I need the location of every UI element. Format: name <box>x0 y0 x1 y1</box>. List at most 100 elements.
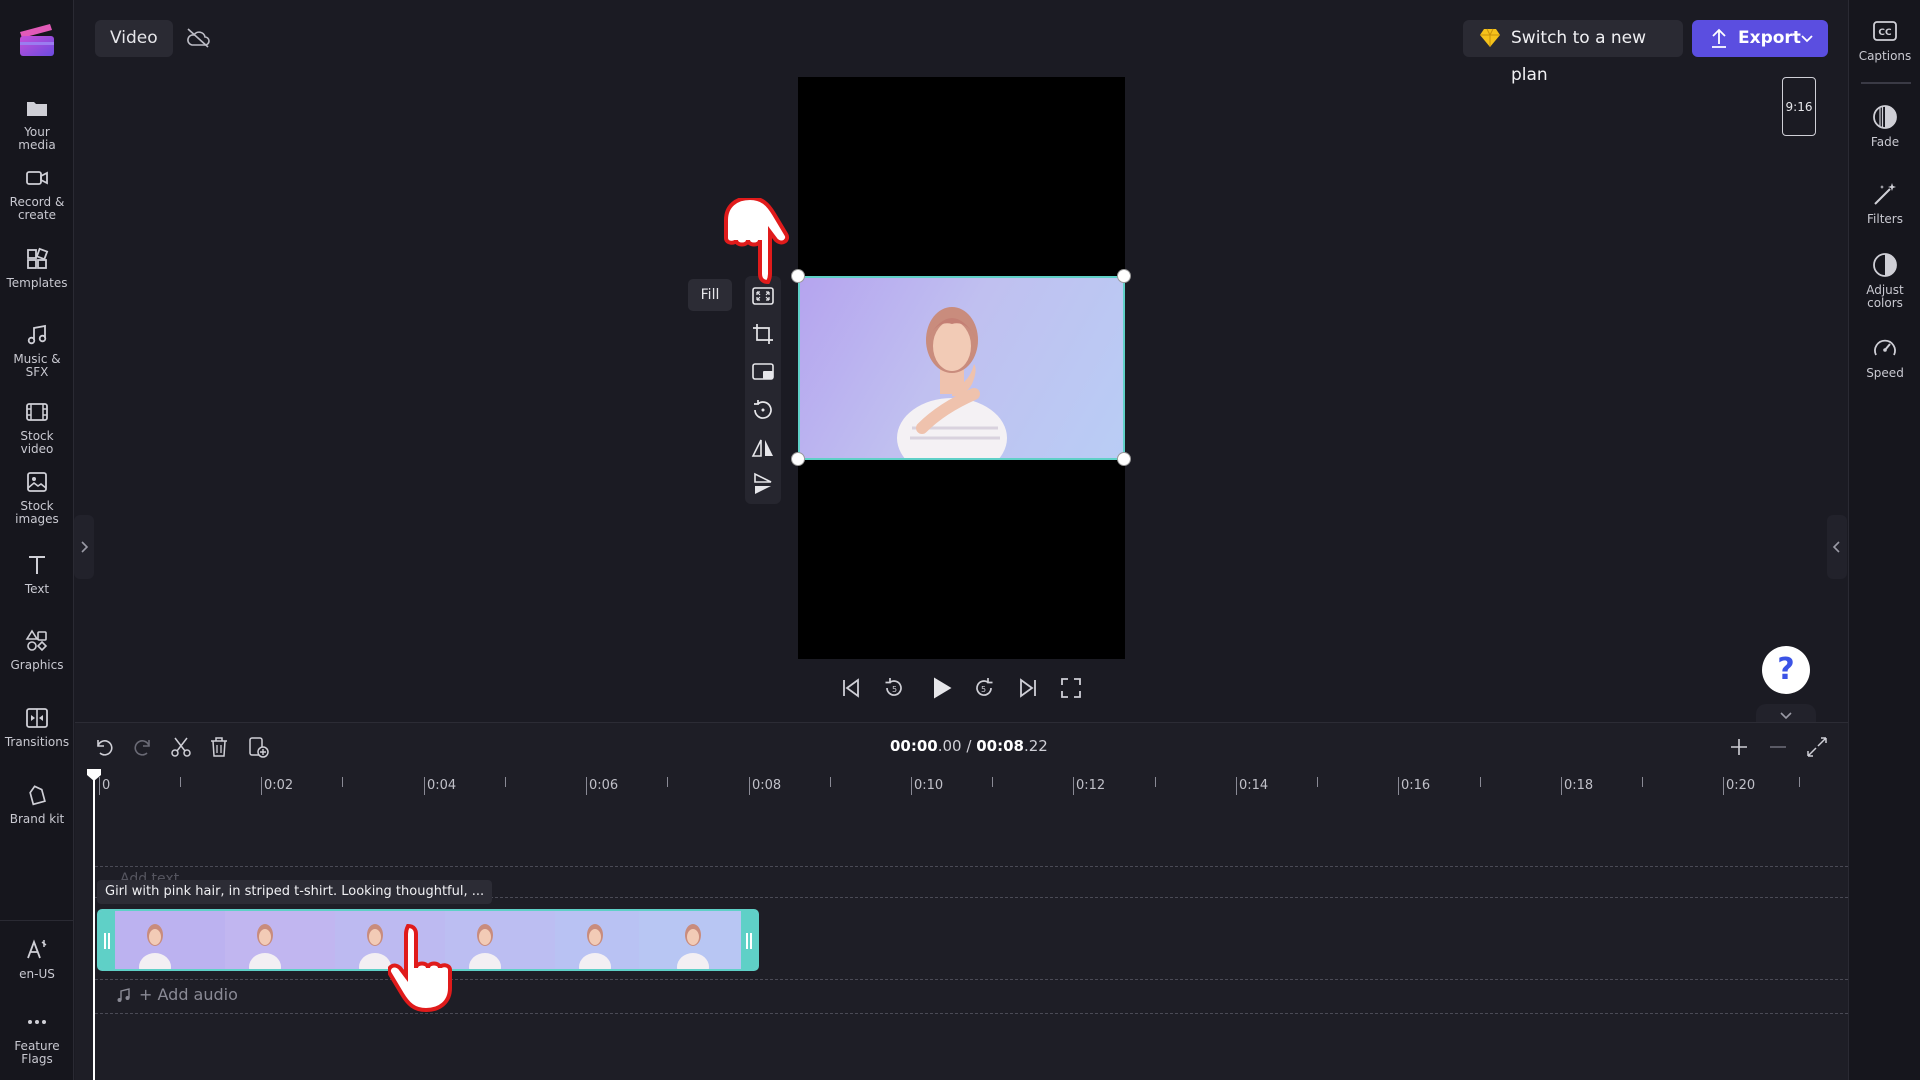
skip-to-end-icon[interactable] <box>1016 676 1040 700</box>
captions-icon: CC <box>1873 21 1897 41</box>
preview-clip[interactable] <box>798 276 1125 460</box>
nav-transitions[interactable]: Transitions <box>0 706 74 749</box>
crop-icon[interactable] <box>751 322 775 346</box>
add-audio-label: + Add audio <box>139 985 238 1004</box>
nav-stock-video[interactable]: Stock video <box>0 400 74 456</box>
cloud-off-icon[interactable] <box>185 27 211 49</box>
playhead[interactable] <box>93 771 95 1080</box>
redo-icon[interactable] <box>132 736 154 758</box>
ruler-label: 0:04 <box>427 778 457 793</box>
language-icon <box>27 939 47 959</box>
resize-handle-bottom-right[interactable] <box>1117 452 1131 466</box>
left-panel-expand-button[interactable] <box>74 515 94 579</box>
panel-label: Filters <box>1867 212 1903 226</box>
nav-feature-flags[interactable]: Feature Flags <box>0 1010 74 1066</box>
forward-5s-icon[interactable]: 5 <box>972 676 996 700</box>
panel-adjust-colors[interactable]: Adjust colors <box>1849 252 1920 310</box>
nav-templates[interactable]: Templates <box>0 247 74 290</box>
camera-icon <box>26 171 48 185</box>
nav-label: Your media <box>18 125 56 152</box>
adjust-colors-icon <box>1873 253 1897 277</box>
panel-speed[interactable]: Speed <box>1849 335 1920 380</box>
switch-plan-button[interactable]: Switch to a new plan <box>1463 20 1683 85</box>
ruler-tick <box>342 777 343 787</box>
speed-icon <box>1874 339 1896 356</box>
filters-icon <box>1874 183 1896 205</box>
floating-toolbar <box>745 276 781 504</box>
ruler-tick <box>1561 777 1562 795</box>
skip-to-start-icon[interactable] <box>839 676 863 700</box>
ruler-tick <box>1799 777 1800 787</box>
more-icon <box>28 1020 46 1024</box>
ruler-tick <box>1155 777 1156 787</box>
resize-handle-top-left[interactable] <box>791 269 805 283</box>
nav-brand-kit[interactable]: Brand kit <box>0 783 74 826</box>
panel-captions[interactable]: CC Captions <box>1849 18 1920 63</box>
ruler-tick <box>261 777 262 795</box>
nav-label: en-US <box>19 967 55 981</box>
panel-filters[interactable]: Filters <box>1849 181 1920 226</box>
ruler-tick <box>505 777 506 787</box>
video-tab[interactable]: Video <box>95 20 173 57</box>
ruler-tick <box>99 777 100 795</box>
ruler-tick <box>1398 777 1399 795</box>
nav-label: Stock images <box>15 499 59 526</box>
delete-icon[interactable] <box>208 736 230 758</box>
add-audio-track[interactable]: + Add audio <box>115 985 238 1004</box>
clip-trim-handle-right[interactable] <box>741 911 757 969</box>
nav-label: Music & SFX <box>13 352 61 379</box>
ruler-label: 0 <box>102 778 111 793</box>
picture-in-picture-icon[interactable] <box>751 360 775 384</box>
shapes-icon <box>25 629 48 652</box>
zoom-in-icon[interactable] <box>1728 736 1750 758</box>
nav-language[interactable]: en-US <box>0 938 74 981</box>
nav-label: Record & create <box>9 195 65 222</box>
ruler-tick <box>586 777 587 795</box>
fit-timeline-icon[interactable] <box>1806 736 1828 758</box>
resize-handle-bottom-left[interactable] <box>791 452 805 466</box>
svg-text:5: 5 <box>981 685 986 694</box>
panel-label: Fade <box>1870 135 1900 149</box>
help-button[interactable]: ? <box>1762 646 1810 694</box>
aspect-ratio-button[interactable]: 9:16 <box>1782 77 1816 136</box>
split-scissors-icon[interactable] <box>170 736 192 758</box>
flip-horizontal-icon[interactable] <box>751 436 775 460</box>
nav-your-media[interactable]: Your media <box>0 96 74 152</box>
nav-label: Brand kit <box>9 812 65 826</box>
panel-label: Adjust colors <box>1866 283 1904 310</box>
right-panel-collapse-button[interactable] <box>1827 515 1847 579</box>
nav-label: Templates <box>6 276 68 290</box>
film-icon <box>26 403 48 421</box>
total-time-frac: .22 <box>1023 737 1048 755</box>
music-icon <box>27 324 47 345</box>
ruler-label: 0:20 <box>1726 778 1756 793</box>
sidebar-divider <box>0 920 74 921</box>
ruler-tick <box>830 777 831 787</box>
time-separator: / <box>966 737 972 755</box>
current-time-frac: .00 <box>937 737 962 755</box>
fullscreen-icon[interactable] <box>1059 676 1083 700</box>
nav-music-sfx[interactable]: Music & SFX <box>0 323 74 379</box>
nav-stock-images[interactable]: Stock images <box>0 470 74 526</box>
fill-icon[interactable] <box>751 284 775 308</box>
rotate-icon[interactable] <box>751 398 775 422</box>
resize-handle-top-right[interactable] <box>1117 269 1131 283</box>
clip-trim-handle-left[interactable] <box>99 911 115 969</box>
zoom-out-icon[interactable] <box>1767 736 1789 758</box>
flip-vertical-icon[interactable] <box>751 472 775 496</box>
nav-graphics[interactable]: Graphics <box>0 629 74 672</box>
ruler-tick <box>1480 777 1481 787</box>
undo-icon[interactable] <box>93 736 115 758</box>
rewind-5s-icon[interactable]: 5 <box>882 676 906 700</box>
clip-thumbnail <box>445 911 555 969</box>
nav-record-create[interactable]: Record & create <box>0 166 74 222</box>
total-time: 00:08 <box>976 737 1024 755</box>
nav-label: Graphics <box>10 658 64 672</box>
timeline-panel: 00:00.00 / 00:08.22 0 0:02 0:04 0:06 0:0… <box>75 722 1848 1080</box>
play-icon[interactable] <box>927 674 955 702</box>
export-button[interactable]: Export <box>1692 20 1828 57</box>
panel-fade[interactable]: Fade <box>1849 104 1920 149</box>
nav-text[interactable]: Text <box>0 553 74 596</box>
nav-label: Transitions <box>4 735 70 749</box>
add-to-timeline-icon[interactable] <box>247 736 269 758</box>
